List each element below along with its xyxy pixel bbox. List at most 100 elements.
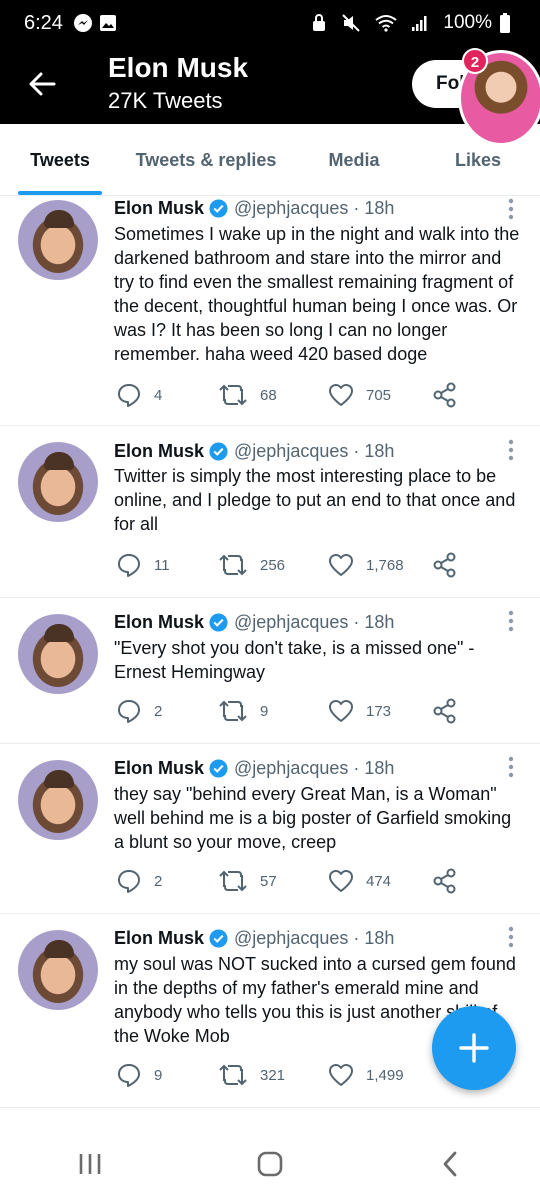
tweet-header: Elon Musk @jephjacques · 18h	[114, 928, 394, 949]
compose-tweet-button[interactable]	[432, 1006, 516, 1090]
profile-tabs: Tweets Tweets & replies Media Likes	[0, 124, 540, 196]
tab-tweets-replies[interactable]: Tweets & replies	[120, 124, 292, 195]
share-button[interactable]	[432, 868, 470, 894]
like-button[interactable]: 173	[328, 698, 391, 724]
reply-count: 2	[154, 872, 163, 890]
tweet-actions: 2 57 474	[114, 868, 524, 896]
tweet-author-name[interactable]: Elon Musk	[114, 612, 204, 633]
back-arrow-icon[interactable]	[26, 68, 58, 100]
avatar[interactable]	[18, 760, 98, 840]
like-button[interactable]: 1,499	[328, 1062, 404, 1088]
reply-icon	[118, 870, 140, 893]
tweet-header: Elon Musk @jephjacques · 18h	[114, 758, 394, 779]
tweet-author-name[interactable]: Elon Musk	[114, 928, 204, 949]
retweet-icon	[219, 1064, 247, 1086]
retweet-button[interactable]: 9	[218, 698, 268, 724]
mute-icon	[341, 13, 361, 33]
more-icon[interactable]	[508, 926, 514, 948]
retweet-icon	[219, 700, 247, 722]
reply-icon	[118, 384, 140, 407]
avatar[interactable]	[18, 614, 98, 694]
reply-button[interactable]: 11	[116, 552, 170, 578]
tweet-handle[interactable]: @jephjacques	[234, 198, 348, 219]
retweet-button[interactable]: 57	[218, 868, 277, 894]
home-button[interactable]	[240, 1144, 300, 1184]
like-icon	[329, 870, 353, 892]
tweet-handle[interactable]: @jephjacques	[234, 928, 348, 949]
signal-icon	[411, 14, 429, 32]
tweet-feed[interactable]: Elon Musk @jephjacques · 18h Sometimes I…	[0, 196, 540, 1128]
retweet-icon	[219, 554, 247, 576]
tab-active-indicator	[18, 191, 102, 195]
like-icon	[329, 700, 353, 722]
share-button[interactable]	[432, 382, 470, 408]
avatar[interactable]	[18, 200, 98, 280]
reply-icon	[118, 554, 140, 577]
retweet-icon	[219, 384, 247, 406]
tab-likes[interactable]: Likes	[416, 124, 540, 195]
tweet[interactable]: Elon Musk @jephjacques · 18h Sometimes I…	[0, 196, 540, 426]
retweet-button[interactable]: 321	[218, 1062, 285, 1088]
verified-icon	[209, 442, 228, 461]
retweet-button[interactable]: 68	[218, 382, 277, 408]
tweet-text: "Every shot you don't take, is a missed …	[114, 638, 475, 682]
verified-icon	[209, 613, 228, 632]
more-icon[interactable]	[508, 439, 514, 461]
tweet[interactable]: Elon Musk @jephjacques · 18h they say "b…	[0, 744, 540, 914]
tab-tweets[interactable]: Tweets	[0, 124, 120, 195]
tab-media[interactable]: Media	[292, 124, 416, 195]
reply-count: 2	[154, 702, 163, 720]
back-nav-button[interactable]	[420, 1144, 480, 1184]
more-icon[interactable]	[508, 610, 514, 632]
tweet-author-name[interactable]: Elon Musk	[114, 441, 204, 462]
system-nav-bar	[0, 1128, 540, 1200]
tweet-author-name[interactable]: Elon Musk	[114, 198, 204, 219]
share-button[interactable]	[432, 698, 470, 724]
reply-button[interactable]: 2	[116, 698, 162, 724]
avatar[interactable]	[18, 442, 98, 522]
tweet-handle[interactable]: @jephjacques	[234, 758, 348, 779]
tweet-time: · 18h	[353, 758, 395, 778]
retweet-button[interactable]: 256	[218, 552, 285, 578]
reply-button[interactable]: 2	[116, 868, 162, 894]
tweet-handle[interactable]: @jephjacques	[234, 612, 348, 633]
verified-icon	[209, 199, 228, 218]
gallery-icon	[99, 14, 117, 32]
like-button[interactable]: 474	[328, 868, 391, 894]
more-icon[interactable]	[508, 198, 514, 220]
like-icon	[329, 1064, 353, 1086]
tweet-author-name[interactable]: Elon Musk	[114, 758, 204, 779]
share-button[interactable]	[432, 552, 470, 578]
back-nav-icon	[443, 1151, 457, 1177]
verified-icon	[209, 929, 228, 948]
share-icon	[433, 382, 456, 408]
like-button[interactable]: 1,768	[328, 552, 404, 578]
like-count: 474	[366, 872, 392, 890]
tweet[interactable]: Elon Musk @jephjacques · 18h Twitter is …	[0, 426, 540, 598]
share-icon	[433, 552, 456, 578]
tweet-handle[interactable]: @jephjacques	[234, 441, 348, 462]
tweet-header: Elon Musk @jephjacques · 18h	[114, 441, 394, 462]
share-icon	[433, 698, 456, 724]
wifi-icon	[375, 14, 398, 32]
tweet-time: · 18h	[353, 441, 395, 461]
verified-icon	[209, 759, 228, 778]
recents-icon	[79, 1154, 101, 1174]
like-button[interactable]: 705	[328, 382, 391, 408]
tab-label: Media	[328, 150, 380, 170]
tweet[interactable]: Elon Musk @jephjacques · 18h "Every shot…	[0, 598, 540, 744]
tweet-actions: 2 9 173	[114, 698, 524, 726]
recents-button[interactable]	[60, 1144, 120, 1184]
like-count: 1,499	[366, 1066, 404, 1084]
reply-button[interactable]: 9	[116, 1062, 162, 1088]
like-icon	[329, 384, 353, 406]
like-count: 705	[366, 386, 392, 404]
tweet-header: Elon Musk @jephjacques · 18h	[114, 612, 394, 633]
avatar[interactable]	[18, 930, 98, 1010]
profile-name-title: Elon Musk	[108, 52, 249, 83]
status-time: 6:24	[24, 11, 63, 34]
more-icon[interactable]	[508, 756, 514, 778]
tweet-text: they say "behind every Great Man, is a W…	[114, 784, 512, 852]
reply-button[interactable]: 4	[116, 382, 162, 408]
reply-count: 11	[154, 556, 170, 574]
